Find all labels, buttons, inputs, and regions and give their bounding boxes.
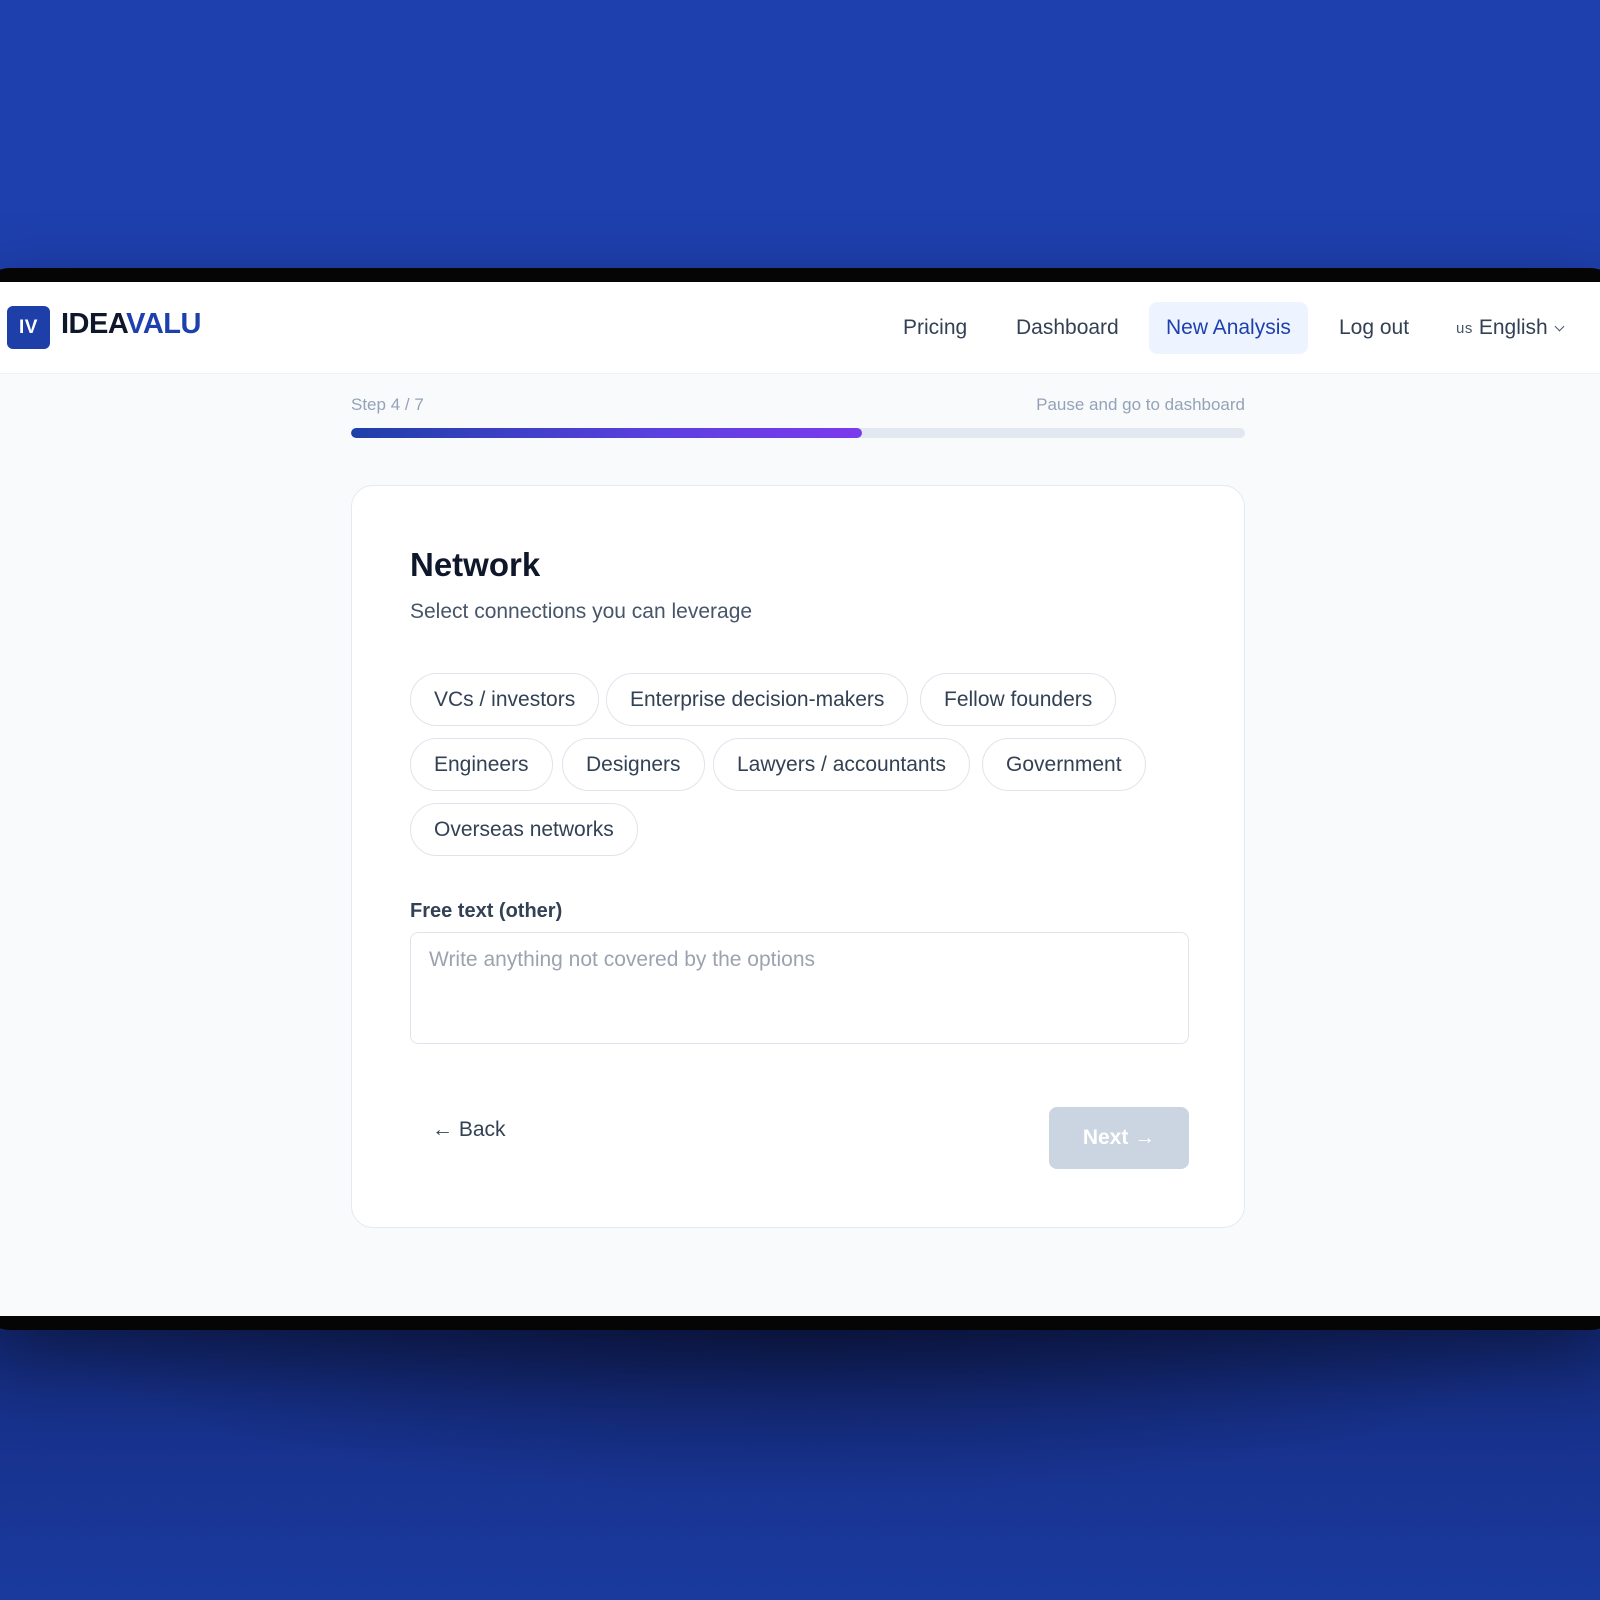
logo-wordmark[interactable]: IDEAVALU (61, 308, 201, 341)
top-navbar: IV IDEAVALU Pricing Dashboard New Analys… (0, 282, 1600, 374)
nav-pricing[interactable]: Pricing (886, 302, 984, 354)
option-chip[interactable]: Overseas networks (410, 803, 638, 856)
progress-bar (351, 428, 1245, 438)
language-selector[interactable]: us English (1456, 302, 1565, 354)
logo-mark[interactable]: IV (7, 306, 50, 349)
back-button[interactable]: ← Back (432, 1110, 506, 1150)
option-chip[interactable]: Engineers (410, 738, 553, 791)
logo-wordmark-part1: IDEA (61, 308, 127, 340)
option-chip[interactable]: Lawyers / accountants (713, 738, 970, 791)
option-chip[interactable]: Enterprise decision-makers (606, 673, 909, 726)
question-subtitle: Select connections you can leverage (410, 600, 753, 623)
backdrop-shadow (0, 1300, 1600, 1500)
logo-wordmark-part2: VALU (126, 308, 201, 340)
language-label: English (1478, 316, 1548, 339)
nav-new-analysis[interactable]: New Analysis (1149, 302, 1308, 354)
step-indicator: Step 4 / 7 (351, 395, 424, 414)
pause-dashboard-link[interactable]: Pause and go to dashboard (1036, 395, 1245, 415)
chevron-down-icon (1554, 321, 1565, 331)
free-text-input[interactable] (410, 932, 1189, 1044)
option-chip[interactable]: Designers (562, 738, 705, 791)
question-title: Network (410, 546, 541, 583)
progress-bar-fill (351, 428, 863, 438)
free-text-label: Free text (other) (410, 900, 563, 922)
nav-logout[interactable]: Log out (1322, 302, 1426, 354)
language-flag-code: us (1456, 319, 1473, 337)
app-screen: IV IDEAVALU Pricing Dashboard New Analys… (0, 282, 1600, 1316)
next-button[interactable]: Next → (1049, 1107, 1189, 1169)
option-chip[interactable]: Fellow founders (920, 673, 1117, 726)
nav-dashboard[interactable]: Dashboard (999, 302, 1136, 354)
option-chip[interactable]: VCs / investors (410, 673, 600, 726)
question-card: Network Select connections you can lever… (351, 485, 1245, 1228)
option-chip[interactable]: Government (982, 738, 1146, 791)
